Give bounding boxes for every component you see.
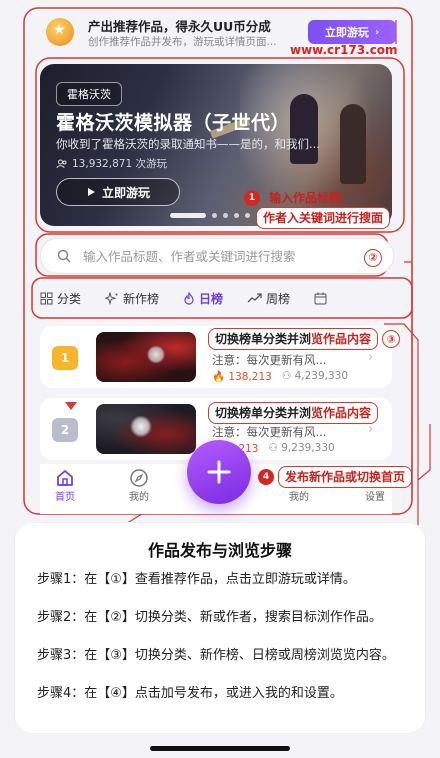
guide-step: 步骤3：在【③】切换分类、新作榜、日榜或周榜浏览览内容。 [37,647,397,665]
search-bar[interactable] [40,238,394,274]
work-note: 注意：每次更新有风... [212,425,327,439]
play-stat: ⚇ 4,239,330 [281,370,349,382]
callout-text-red: 览作品内容 [311,406,372,420]
nav-home[interactable]: 首页 [40,468,90,503]
carousel-dot[interactable] [223,213,228,218]
callout-number: 1 [244,190,260,206]
guide-step: 步骤2：在【②】切换分类、新或作者，搜索目标浏作作品。 [37,609,397,627]
callout-text: 发布新作品或切换首页 [278,466,413,488]
callout-4: 切换榜单分类并浏览作品内容 [208,402,379,424]
hero-play-label: 立即游玩 [101,185,150,200]
search-icon [57,249,71,263]
guide-step: 步骤4：在【④】点击加号发布，或进入我的和设置。 [37,685,397,703]
tab-new[interactable]: 新作榜 [105,290,159,307]
tab-daily[interactable]: 日榜 [183,290,223,307]
rank-badge: 1 [52,346,78,370]
step-text: 步骤4：在【④】点击加号发布，或进入我的和设置。 [37,686,343,701]
carousel-dot[interactable] [234,213,239,218]
step-text: 步骤1：在【①】查看推荐作品，点击立即游玩或详情。 [37,572,356,587]
step-text: 步骤2：在【②】切换分类、新或作者，搜索目标浏作作品。 [37,610,382,625]
callout-5: 4 发布新作品或切换首页 [258,466,413,488]
flame-icon [184,291,194,305]
tab-label: 周榜 [266,291,291,306]
carousel-dot[interactable] [212,213,217,218]
play-count: 4,239,330 [294,370,349,382]
tab-bar: 分类 新作榜 日榜 周榜 [40,284,392,312]
promo-button-label: 立即游玩 [324,26,369,39]
play-count: 9,239,330 [281,442,335,454]
chevron-right-icon: › [368,422,374,437]
home-indicator [150,746,290,751]
tab-calendar[interactable] [314,292,327,305]
play-stat: ⚇ 9,239,330 [268,442,335,454]
callout-text: 切换榜单分类并浏览作品内容 [208,328,379,350]
work-thumbnail [96,332,196,382]
home-icon [57,470,73,486]
add-work-button[interactable] [187,440,251,504]
work-note: 注意：每次更新有风... [212,353,327,367]
nav-label: 设置 [365,492,385,503]
plus-icon [207,460,231,484]
hero-play-button[interactable]: 立即游玩 [56,178,180,206]
hot-count: 138,213 [228,371,272,383]
callout-3: 切换榜单分类并浏览作品内容 ③ [208,328,401,350]
arrow-down-icon [65,402,77,410]
hero-plays: 13,932,871 次游玩 [56,156,167,171]
users-icon [56,159,67,168]
hero-description: 你收到了霍格沃茨的录取通知书——是的，和我们... [56,137,320,151]
callout-text-dark: 切换榜单分类并浏 [215,332,312,346]
tab-label: 日榜 [199,291,224,306]
callout-text: 切换榜单分类并浏览作品内容 [208,402,379,424]
callout-number: ② [364,248,382,267]
tab-weekly[interactable]: 周榜 [247,290,290,307]
callout-number: ③ [382,330,401,348]
compass-icon [130,469,148,487]
callout-number: 4 [258,469,274,485]
tab-label: 分类 [57,291,82,306]
tab-label: 新作榜 [123,291,160,306]
rank-badge: 2 [52,418,78,442]
work-stats: 🔥 138,213 ⚇ 4,239,330 [212,370,348,383]
hero-plays-count: 13,932,871 次游玩 [72,158,167,170]
promo-title: 产出推荐作品，得永久UU币分成 [88,19,271,34]
medal-icon [46,18,74,46]
sparkle-icon [105,291,118,305]
grid-icon [40,292,53,304]
hot-stat: 🔥 138,213 [212,371,272,383]
trend-icon [247,293,262,303]
callout-arrow-2 [64,396,78,415]
nav-label: 我的 [289,492,309,503]
work-thumbnail [96,404,196,454]
callout-2: ② [364,246,382,267]
promo-play-button[interactable]: 立即游玩 › [308,20,396,44]
chevron-right-icon: › [374,26,380,38]
callout-1: 1 输入作品标题、 作者入关键词进行搜面 [244,190,391,229]
hero-figure [290,94,318,164]
callout-text: 作者入关键词进行搜面 [256,207,391,229]
hero-title: 霍格沃茨模拟器（子世代） [56,112,291,134]
tab-category[interactable]: 分类 [40,290,81,307]
callout-text-red: 览作品内容 [311,332,372,346]
guide-panel: 作品发布与浏览步骤 步骤1：在【①】查看推荐作品，点击立即游玩或详情。 步骤2：… [14,522,426,734]
nav-label: 我的 [129,492,149,503]
chevron-right-icon: › [368,350,374,365]
calendar-icon [314,292,327,304]
play-icon [87,188,95,196]
nav-discover[interactable]: 我的 [114,468,164,503]
site-url: www.cr173.com [290,43,398,57]
guide-title: 作品发布与浏览步骤 [147,541,292,560]
search-input[interactable] [81,247,335,265]
callout-text-dark: 切换榜单分类并浏 [215,406,312,420]
callout-text: 输入作品标题、 [269,191,354,205]
step-text: 步骤3：在【③】切换分类、新作榜、日榜或周榜浏览览内容。 [37,648,395,663]
carousel-dot[interactable] [170,213,206,218]
nav-label: 首页 [55,492,75,503]
guide-step: 步骤1：在【①】查看推荐作品，点击立即游玩或详情。 [37,571,397,589]
promo-subtitle: 创作推荐作品并发布，游玩或详情页面... [88,36,277,48]
hero-tag: 霍格沃茨 [56,82,122,106]
